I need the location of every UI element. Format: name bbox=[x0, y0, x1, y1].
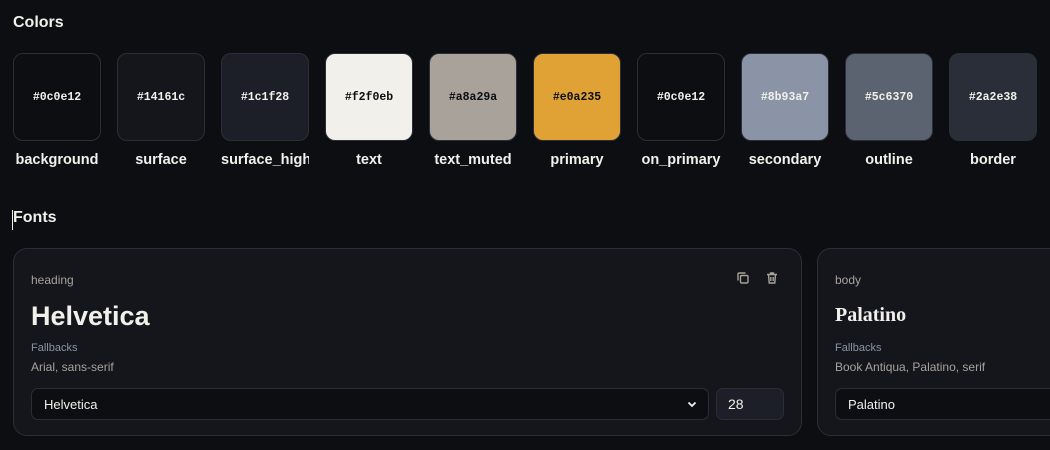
color-swatch[interactable]: #a8a29a bbox=[429, 53, 517, 141]
color-swatch[interactable]: #f2f0eb bbox=[325, 53, 413, 141]
colors-section-title: Colors bbox=[13, 14, 64, 31]
color-name-label: text bbox=[356, 152, 382, 168]
font-role-label: body bbox=[835, 273, 862, 287]
color-name-label: text_muted bbox=[434, 152, 512, 168]
color-name-label: outline bbox=[865, 152, 913, 168]
copy-icon[interactable] bbox=[736, 271, 752, 287]
color-name-label: background bbox=[15, 152, 99, 168]
font-family-select[interactable]: Helvetica bbox=[31, 388, 709, 420]
color-swatch-item: #1c1f28 surface_high bbox=[221, 53, 309, 168]
font-size-input[interactable]: 28 bbox=[716, 388, 784, 420]
fallbacks-label: Fallbacks bbox=[835, 342, 882, 354]
color-name-label: secondary bbox=[748, 152, 822, 168]
color-name-label: surface_high bbox=[221, 152, 309, 168]
color-swatch[interactable]: #14161c bbox=[117, 53, 205, 141]
color-swatch-item: #5c6370 outline bbox=[845, 53, 933, 168]
font-preview: Helvetica bbox=[31, 301, 150, 331]
font-role-label: heading bbox=[31, 273, 74, 287]
color-swatch-item: #2a2e38 border bbox=[949, 53, 1037, 168]
font-family-select[interactable]: Palatino bbox=[835, 388, 1050, 420]
color-swatch-item: #0c0e12 background bbox=[13, 53, 101, 168]
font-card-heading: heading Helvetica Fallbacks Arial, sans-… bbox=[13, 248, 802, 436]
color-swatch[interactable]: #2a2e38 bbox=[949, 53, 1037, 141]
color-swatch[interactable]: #5c6370 bbox=[845, 53, 933, 141]
color-swatch-list: #0c0e12 background #14161c surface #1c1f28 su… bbox=[13, 53, 1037, 168]
fallbacks-value: Book Antiqua, Palatino, serif bbox=[835, 360, 986, 374]
color-swatch-item: #e0a235 primary bbox=[533, 53, 621, 168]
color-swatch-item: #14161c surface bbox=[117, 53, 205, 168]
color-name-label: surface bbox=[135, 152, 187, 168]
color-name-label: primary bbox=[550, 152, 604, 168]
font-card-body: body Palatino Fallbacks Book Antiqua, Pa… bbox=[817, 248, 1050, 436]
color-swatch-item: #0c0e12 on_primary bbox=[637, 53, 725, 168]
color-swatch-item: #f2f0eb text bbox=[325, 53, 413, 168]
fallbacks-value: Arial, sans-serif bbox=[31, 360, 114, 374]
font-family-select-value: Helvetica bbox=[44, 396, 98, 412]
font-family-select-value: Palatino bbox=[848, 396, 895, 412]
chevron-down-icon bbox=[687, 401, 697, 408]
color-name-label: on_primary bbox=[641, 152, 721, 168]
color-swatch[interactable]: #8b93a7 bbox=[741, 53, 829, 141]
color-swatch-item: #a8a29a text_muted bbox=[429, 53, 517, 168]
color-swatch[interactable]: #0c0e12 bbox=[637, 53, 725, 141]
trash-icon[interactable] bbox=[765, 271, 781, 287]
fonts-section-title: Fonts bbox=[13, 209, 57, 226]
color-swatch[interactable]: #0c0e12 bbox=[13, 53, 101, 141]
fallbacks-label: Fallbacks bbox=[31, 342, 78, 354]
color-swatch[interactable]: #e0a235 bbox=[533, 53, 621, 141]
font-preview: Palatino bbox=[835, 304, 907, 326]
color-swatch-item: #8b93a7 secondary bbox=[741, 53, 829, 168]
color-name-label: border bbox=[970, 152, 1016, 168]
color-swatch[interactable]: #1c1f28 bbox=[221, 53, 309, 141]
